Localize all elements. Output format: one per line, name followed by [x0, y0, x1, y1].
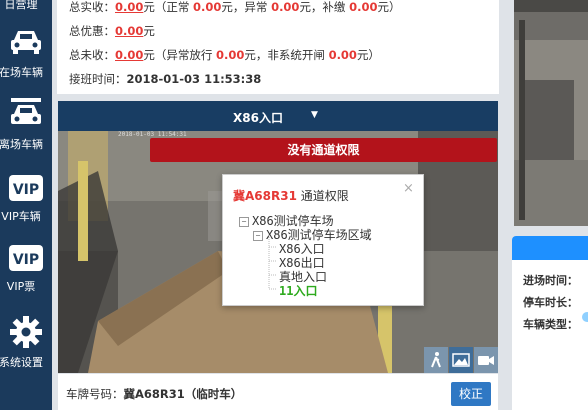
gear-icon [10, 316, 42, 348]
sidebar: 日营理 在场车辆 离场车辆 VIP VIP车辆 VIP VIP票 系统设置 [0, 0, 52, 410]
close-icon[interactable]: × [403, 181, 414, 196]
manual-open-button[interactable] [424, 347, 448, 373]
sidebar-item-daily[interactable]: 日营理 [0, 0, 52, 14]
camera-image [514, 0, 588, 226]
sidebar-item-label: 离场车辆 [0, 138, 43, 151]
vehicle-info-panel: 进场时间： 停车时长： 车辆类型： [512, 236, 588, 410]
image-icon [452, 353, 470, 367]
camera-selector[interactable]: X86入口 ▼ [58, 101, 498, 131]
vip-icon: VIP [9, 175, 43, 201]
car-icon [11, 31, 41, 54]
video-camera-icon [478, 356, 494, 365]
svg-text:VIP: VIP [13, 252, 39, 268]
sidebar-item-vip-vehicle[interactable]: VIP VIP车辆 [0, 172, 52, 228]
sidebar-item-label: VIP票 [6, 280, 36, 293]
camera-name: X86入口 [233, 111, 283, 125]
collapse-icon[interactable]: − [253, 230, 263, 241]
no-permission-banner: 没有通道权限 [150, 138, 497, 162]
sidebar-item-out-lot[interactable]: 离场车辆 [0, 92, 52, 152]
panel-header [512, 236, 588, 260]
sidebar-item-settings[interactable]: 系统设置 [0, 312, 52, 372]
sidebar-item-in-lot[interactable]: 在场车辆 [0, 24, 52, 84]
sidebar-item-label: 在场车辆 [0, 66, 43, 79]
sidebar-item-vip-ticket[interactable]: VIP VIP票 [0, 242, 52, 298]
svg-text:VIP: VIP [13, 182, 39, 198]
exit-camera-feed [514, 0, 588, 226]
total-unpaid-row: 总未收：0.00元（异常放行 0.00元，非系统开闸 0.00元） [69, 48, 380, 62]
popup-title: 冀A68R31 通道权限 [233, 189, 349, 203]
person-icon [431, 352, 441, 368]
vehicle-type-label: 车辆类型： [523, 318, 578, 331]
overlay-timestamp: 2018-01-03 11:54:31 [118, 131, 187, 138]
revenue-summary: 总实收：0.00元（正常 0.00元，异常 0.00元，补缴 0.00元） 总优… [57, 0, 499, 94]
park-duration-label: 停车时长： [523, 296, 578, 309]
tree-leaf-current[interactable]: 11入口 [279, 282, 317, 299]
collapse-icon[interactable]: − [239, 216, 249, 227]
video-button[interactable] [474, 347, 498, 373]
car-exit-icon [11, 98, 41, 124]
camera-buttons [424, 347, 498, 373]
sidebar-item-label: VIP车辆 [1, 210, 41, 223]
correct-button[interactable]: 校正 [451, 382, 491, 406]
sidebar-item-label: 日营理 [4, 0, 38, 11]
total-actual-row: 总实收：0.00元（正常 0.00元，异常 0.00元，补缴 0.00元） [69, 0, 401, 14]
channel-permission-popup: 冀A68R31 通道权限 × − X86测试停车场 − X86测试停车场区域 X86… [222, 174, 424, 306]
plate-info: 车牌号码：冀A68R31（临时车） [66, 387, 243, 401]
sidebar-item-label: 系统设置 [0, 356, 43, 369]
tree-lines [268, 235, 277, 290]
total-discount-row: 总优惠：0.00元 [69, 24, 155, 38]
vip-ticket-icon: VIP [9, 245, 43, 271]
snapshot-button[interactable] [449, 347, 473, 373]
plate-bar: 车牌号码：冀A68R31（临时车） 校正 [58, 374, 498, 410]
chevron-down-icon: ▼ [311, 110, 318, 120]
status-dot-icon [582, 312, 588, 322]
shift-time-row: 接班时间：2018-01-03 11:53:38 [69, 72, 262, 86]
entry-time-label: 进场时间： [523, 274, 578, 287]
